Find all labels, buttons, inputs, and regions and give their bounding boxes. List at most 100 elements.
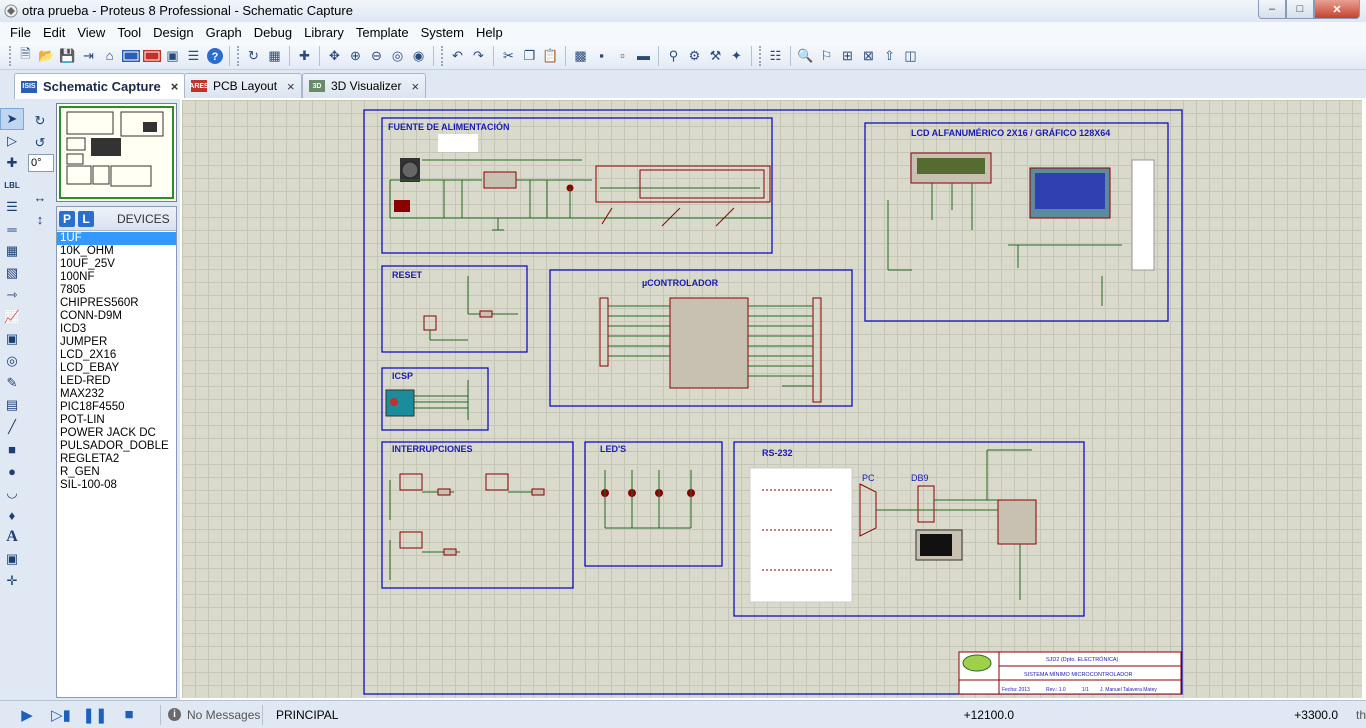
library-manager-button[interactable]: L <box>78 210 94 227</box>
rotate-clockwise-icon[interactable]: ↻ <box>28 110 52 132</box>
pick-devices-button[interactable]: P <box>59 210 75 227</box>
menu-graph[interactable]: Graph <box>200 25 248 40</box>
component-mode-icon[interactable]: ▷ <box>0 130 24 152</box>
zoom-in-icon[interactable]: ⊕ <box>345 45 366 66</box>
zoom-out-icon[interactable]: ⊖ <box>366 45 387 66</box>
block-lcd[interactable]: LCD ALFANUMÉRICO 2X16 / GRÁFICO 128X64 <box>864 122 1169 322</box>
stop-icon[interactable]: ■ <box>112 702 146 728</box>
text-mode-icon[interactable]: A <box>0 526 24 548</box>
step-icon[interactable]: ▷▮ <box>44 702 78 728</box>
wire-label-mode-icon[interactable]: LBL <box>0 174 24 196</box>
menu-library[interactable]: Library <box>298 25 350 40</box>
help-icon[interactable]: ? <box>204 45 225 66</box>
device-item[interactable]: CHIPRES560R <box>57 297 176 310</box>
close-icon[interactable]: × <box>287 79 295 94</box>
new-file-icon[interactable]: 🗎 <box>15 45 36 66</box>
isis-icon[interactable] <box>120 45 141 66</box>
report-icon[interactable]: ◫ <box>900 45 921 66</box>
box-mode-icon[interactable]: ■ <box>0 438 24 460</box>
block-leds[interactable]: LED'S <box>584 441 723 567</box>
device-item[interactable]: LED-RED <box>57 375 176 388</box>
block-microcontroller[interactable]: µCONTROLADOR <box>549 269 853 407</box>
tab-schematic-capture[interactable]: ISIS Schematic Capture × <box>14 73 186 99</box>
device-item[interactable]: 7805 <box>57 284 176 297</box>
copy-icon[interactable]: ❐ <box>519 45 540 66</box>
play-icon[interactable]: ▶ <box>10 702 44 728</box>
menu-help[interactable]: Help <box>470 25 509 40</box>
buses-mode-icon[interactable]: ═ <box>0 218 24 240</box>
block-copy-icon[interactable]: ▩ <box>570 45 591 66</box>
menu-view[interactable]: View <box>71 25 111 40</box>
save-icon[interactable]: 💾 <box>57 45 78 66</box>
rotation-angle-field[interactable]: 0° <box>28 154 54 172</box>
tab-pcb-layout[interactable]: ARES PCB Layout × <box>184 73 302 98</box>
marker-mode-icon[interactable]: ✛ <box>0 570 24 592</box>
open-folder-icon[interactable]: 📂 <box>36 45 57 66</box>
block-reset[interactable]: RESET <box>381 265 528 353</box>
new-sheet-icon[interactable]: ⊞ <box>837 45 858 66</box>
refresh-icon[interactable]: ↻ <box>243 45 264 66</box>
device-item[interactable]: ICD3 <box>57 323 176 336</box>
search-icon[interactable]: 🔍 <box>795 45 816 66</box>
block-interrupciones[interactable]: INTERRUPCIONES <box>381 441 574 589</box>
device-item[interactable]: LCD_2X16 <box>57 349 176 362</box>
menu-edit[interactable]: Edit <box>37 25 71 40</box>
pick-device-icon[interactable]: ⚲ <box>663 45 684 66</box>
origin-icon[interactable]: ✚ <box>294 45 315 66</box>
instruments-mode-icon[interactable]: ▤ <box>0 394 24 416</box>
property-assign-icon[interactable]: ⚐ <box>816 45 837 66</box>
block-icsp[interactable]: ICSP <box>381 367 489 431</box>
text-script-mode-icon[interactable]: ☰ <box>0 196 24 218</box>
circle-mode-icon[interactable]: ● <box>0 460 24 482</box>
menu-tool[interactable]: Tool <box>111 25 147 40</box>
schematic-canvas[interactable]: FUENTE DE ALIMENTACIÓN LCD ALFANUMÉRICO … <box>182 100 1362 698</box>
graph-mode-icon[interactable]: 📈 <box>0 306 24 328</box>
junction-mode-icon[interactable]: ✚ <box>0 152 24 174</box>
cut-icon[interactable]: ✂ <box>498 45 519 66</box>
subcircuit-mode-icon[interactable]: ▦ <box>0 240 24 262</box>
device-item[interactable]: POWER JACK DC <box>57 427 176 440</box>
3d-icon[interactable]: ▣ <box>162 45 183 66</box>
menu-debug[interactable]: Debug <box>248 25 298 40</box>
pause-icon[interactable]: ❚❚ <box>78 702 112 728</box>
path-mode-icon[interactable]: ♦ <box>0 504 24 526</box>
mirror-y-icon[interactable]: ↕ <box>28 208 52 230</box>
decompose-icon[interactable]: ✦ <box>726 45 747 66</box>
menu-file[interactable]: File <box>4 25 37 40</box>
block-rotate-icon[interactable]: ▫ <box>612 45 633 66</box>
zoom-area-icon[interactable]: ◉ <box>408 45 429 66</box>
redo-icon[interactable]: ↷ <box>468 45 489 66</box>
maximize-button[interactable]: □ <box>1286 0 1314 19</box>
overview-window[interactable] <box>56 103 177 202</box>
device-item[interactable]: PULSADOR_DOBLE <box>57 440 176 453</box>
device-item[interactable]: LCD_EBAY <box>57 362 176 375</box>
block-delete-icon[interactable]: ▬ <box>633 45 654 66</box>
close-icon[interactable]: × <box>171 79 179 94</box>
overview-viewport-frame[interactable] <box>59 106 174 199</box>
device-item[interactable]: POT-LIN <box>57 414 176 427</box>
message-area[interactable]: i No Messages <box>168 708 260 722</box>
bom-icon[interactable]: ☰ <box>183 45 204 66</box>
menu-system[interactable]: System <box>415 25 470 40</box>
device-item[interactable]: REGLETA2 <box>57 453 176 466</box>
wire-autorouter-icon[interactable]: ☷ <box>765 45 786 66</box>
block-move-icon[interactable]: ▪ <box>591 45 612 66</box>
device-item[interactable]: R_GEN <box>57 466 176 479</box>
home-icon[interactable]: ⌂ <box>99 45 120 66</box>
block-fuente[interactable]: FUENTE DE ALIMENTACIÓN <box>381 117 773 254</box>
terminals-mode-icon[interactable]: ▧ <box>0 262 24 284</box>
mirror-x-icon[interactable]: ↔ <box>28 186 52 208</box>
make-device-icon[interactable]: ⚙ <box>684 45 705 66</box>
packaging-tool-icon[interactable]: ⚒ <box>705 45 726 66</box>
tape-recorder-icon[interactable]: ▣ <box>0 328 24 350</box>
generator-mode-icon[interactable]: ◎ <box>0 350 24 372</box>
close-icon[interactable]: × <box>411 79 419 94</box>
block-rs232[interactable]: RS-232 PC DB9 <box>733 441 1085 617</box>
remove-sheet-icon[interactable]: ⊠ <box>858 45 879 66</box>
schematic-editor[interactable]: FUENTE DE ALIMENTACIÓN LCD ALFANUMÉRICO … <box>180 98 1366 700</box>
rotate-anticlockwise-icon[interactable]: ↺ <box>28 132 52 154</box>
pan-icon[interactable]: ✥ <box>324 45 345 66</box>
selection-mode-icon[interactable]: ➤ <box>0 108 24 130</box>
device-item[interactable]: 100NF <box>57 271 176 284</box>
device-item[interactable]: 10K_OHM <box>57 245 176 258</box>
